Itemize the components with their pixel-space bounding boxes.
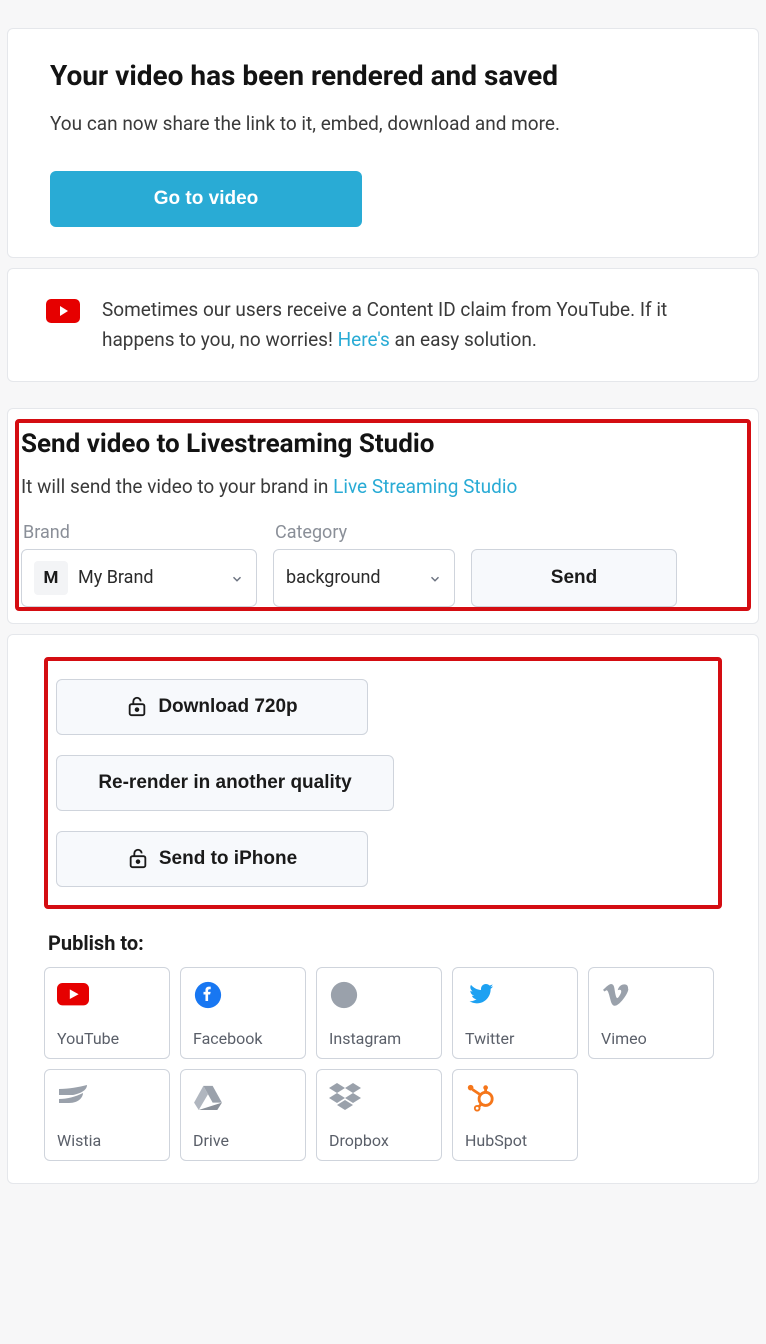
twitter-icon	[465, 980, 497, 1010]
publish-twitter[interactable]: Twitter	[452, 967, 578, 1059]
publish-label: HubSpot	[465, 1131, 565, 1150]
publish-label: Wistia	[57, 1131, 157, 1150]
youtube-icon	[46, 299, 80, 323]
brand-badge: M	[34, 561, 68, 595]
hubspot-icon	[465, 1082, 497, 1112]
wistia-icon	[57, 1082, 89, 1112]
brand-field: Brand M My Brand	[21, 522, 257, 607]
notice-text-after: an easy solution.	[390, 328, 537, 351]
chevron-down-icon	[428, 571, 442, 585]
lock-icon	[127, 847, 149, 871]
instagram-icon	[329, 980, 361, 1010]
content-id-notice: Sometimes our users receive a Content ID…	[7, 268, 759, 383]
publish-label: Dropbox	[329, 1131, 429, 1150]
go-to-video-button[interactable]: Go to video	[50, 171, 362, 227]
publish-title: Publish to:	[48, 931, 722, 955]
rerender-label: Re-render in another quality	[98, 772, 351, 794]
publish-facebook[interactable]: Facebook	[180, 967, 306, 1059]
actions-card: Download 720p Re-render in another quali…	[7, 634, 759, 1184]
drive-icon	[193, 1082, 225, 1112]
brand-select[interactable]: M My Brand	[21, 549, 257, 607]
actions-highlight: Download 720p Re-render in another quali…	[44, 657, 722, 909]
publish-drive[interactable]: Drive	[180, 1069, 306, 1161]
livestream-title: Send video to Livestreaming Studio	[21, 429, 745, 459]
youtube-icon	[57, 980, 89, 1010]
publish-label: Twitter	[465, 1029, 565, 1048]
category-label: Category	[273, 522, 455, 543]
publish-hubspot[interactable]: HubSpot	[452, 1069, 578, 1161]
notice-text: Sometimes our users receive a Content ID…	[102, 295, 716, 356]
category-select[interactable]: background	[273, 549, 455, 607]
rerender-button[interactable]: Re-render in another quality	[56, 755, 394, 811]
publish-label: Instagram	[329, 1029, 429, 1048]
chevron-down-icon	[230, 571, 244, 585]
download-button[interactable]: Download 720p	[56, 679, 368, 735]
dropbox-icon	[329, 1082, 361, 1112]
send-iphone-button[interactable]: Send to iPhone	[56, 831, 368, 887]
category-value: background	[286, 567, 418, 588]
page-title: Your video has been rendered and saved	[50, 59, 716, 92]
livestream-subtitle: It will send the video to your brand in …	[21, 473, 745, 502]
livestream-form: Brand M My Brand Category background	[21, 522, 745, 607]
send-iphone-label: Send to iPhone	[159, 848, 297, 870]
publish-label: Drive	[193, 1131, 293, 1150]
livestream-highlight: Send video to Livestreaming Studio It wi…	[15, 419, 751, 611]
publish-wistia[interactable]: Wistia	[44, 1069, 170, 1161]
publish-label: YouTube	[57, 1029, 157, 1048]
publish-instagram[interactable]: Instagram	[316, 967, 442, 1059]
publish-label: Facebook	[193, 1029, 293, 1048]
publish-dropbox[interactable]: Dropbox	[316, 1069, 442, 1161]
render-success-card: Your video has been rendered and saved Y…	[7, 28, 759, 258]
page-subtitle: You can now share the link to it, embed,…	[50, 110, 716, 139]
livestream-sub-before: It will send the video to your brand in	[21, 475, 333, 498]
publish-youtube[interactable]: YouTube	[44, 967, 170, 1059]
facebook-icon	[193, 980, 225, 1010]
download-label: Download 720p	[158, 696, 297, 718]
category-field: Category background	[273, 522, 455, 607]
vimeo-icon	[601, 980, 633, 1010]
publish-vimeo[interactable]: Vimeo	[588, 967, 714, 1059]
publish-grid: YouTube Facebook Instagram Twitter Vimeo	[44, 967, 722, 1161]
send-button[interactable]: Send	[471, 549, 677, 607]
lock-icon	[126, 695, 148, 719]
brand-value: My Brand	[78, 567, 220, 588]
notice-link[interactable]: Here's	[338, 328, 390, 351]
publish-label: Vimeo	[601, 1029, 701, 1048]
livestream-card: Send video to Livestreaming Studio It wi…	[7, 408, 759, 624]
brand-label: Brand	[21, 522, 257, 543]
livestream-sub-link[interactable]: Live Streaming Studio	[333, 475, 517, 498]
